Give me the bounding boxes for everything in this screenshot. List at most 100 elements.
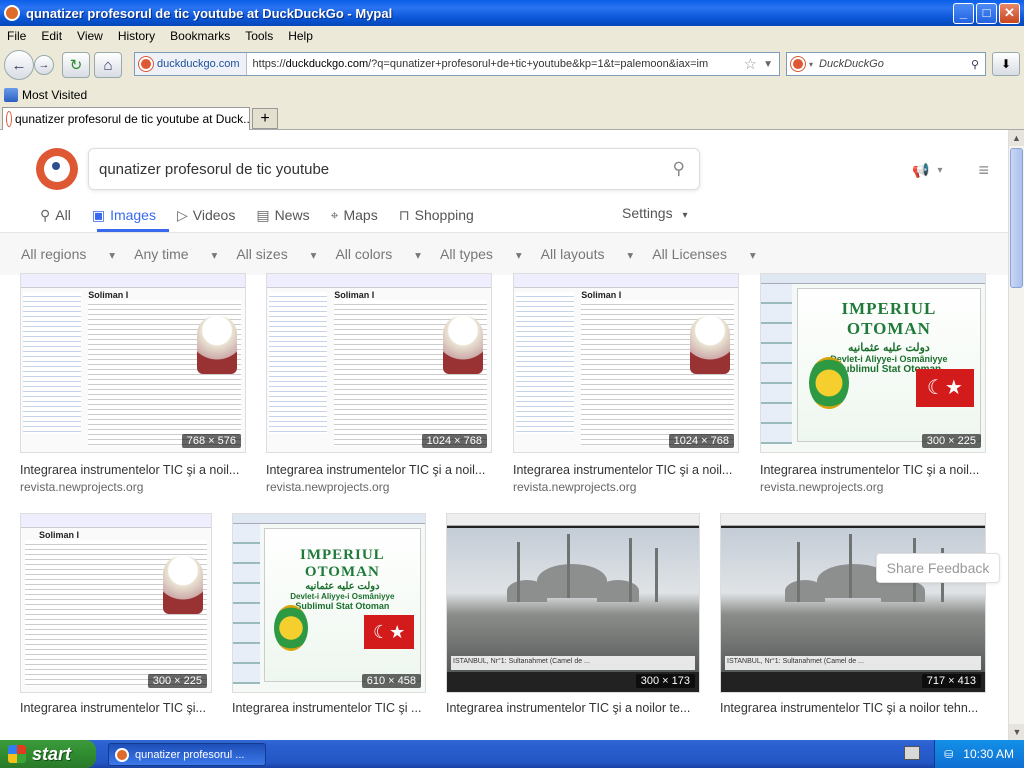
scroll-down-icon[interactable]: ▼: [1009, 724, 1024, 740]
result-title[interactable]: Integrarea instrumentelor TIC şi a noil.…: [760, 463, 988, 477]
tab-news[interactable]: ▤ News: [256, 202, 309, 228]
most-visited-folder[interactable]: Most Visited: [4, 88, 87, 102]
tab-videos-label: Videos: [192, 207, 236, 223]
result-thumbnail[interactable]: ISTANBUL, Nr°1: Sultanahmet (Camel de ..…: [720, 513, 986, 693]
bookmark-star-icon[interactable]: ☆: [744, 55, 757, 73]
result-source[interactable]: revista.newprojects.org: [513, 480, 636, 494]
downloads-button[interactable]: ⬇: [992, 52, 1020, 76]
result-thumbnail[interactable]: IMPERIUL OTOMAN دولت عليه عثمانيه Devlet…: [760, 273, 986, 453]
browser-app-icon: [115, 747, 129, 762]
megaphone-icon[interactable]: 📢: [912, 162, 929, 179]
search-bar[interactable]: ▾ DuckDuckGo ⚲: [786, 52, 986, 76]
hamburger-menu-icon[interactable]: ≡: [978, 160, 989, 181]
reload-button[interactable]: ↻: [62, 52, 90, 78]
menu-edit[interactable]: Edit: [34, 29, 70, 43]
scrollbar-thumb[interactable]: [1010, 148, 1023, 288]
vertical-scrollbar[interactable]: ▲ ▼: [1008, 130, 1024, 740]
back-button[interactable]: ←: [4, 50, 34, 80]
result-thumbnail[interactable]: Soliman I 1024 × 768: [266, 273, 492, 453]
tab-all[interactable]: ⚲ All: [40, 202, 71, 228]
image-dimensions: 1024 × 768: [668, 434, 734, 448]
search-engine-icon[interactable]: [791, 57, 805, 71]
tab-shopping[interactable]: ⊓ Shopping: [399, 202, 474, 228]
page-content: qunatizer profesorul de tic youtube ⚲ 📢 …: [0, 130, 1008, 740]
magnifier-icon[interactable]: ⚲: [971, 58, 979, 71]
search-submit-icon[interactable]: ⚲: [673, 159, 685, 179]
filter-color[interactable]: All colors ▾: [335, 246, 421, 262]
result-title[interactable]: Integrarea instrumentelor TIC şi ...: [232, 701, 428, 715]
url-dropdown-icon[interactable]: ▼: [763, 59, 773, 70]
thumb-heading: Soliman I: [88, 290, 129, 300]
search-query-box[interactable]: qunatizer profesorul de tic youtube ⚲: [88, 148, 700, 190]
keyboard-icon[interactable]: [904, 746, 920, 760]
chevron-down-icon: ▾: [415, 249, 421, 262]
result-source[interactable]: revista.newprojects.org: [20, 480, 143, 494]
filter-size[interactable]: All sizes ▾: [236, 246, 316, 262]
menu-bookmarks[interactable]: Bookmarks: [163, 29, 238, 43]
filter-bar: All regions ▾ Any time ▾ All sizes ▾ All…: [0, 233, 1008, 275]
window-titlebar[interactable]: qunatizer profesorul de tic youtube at D…: [0, 0, 1024, 26]
search-engine-placeholder: DuckDuckGo: [819, 58, 884, 70]
taskbar-app-label: qunatizer profesorul ...: [135, 748, 245, 761]
settings-dropdown[interactable]: Settings ▾: [622, 205, 688, 221]
chevron-down-icon: ▾: [211, 249, 218, 262]
url-text[interactable]: https://duckduckgo.com/?q=qunatizer+prof…: [247, 58, 744, 70]
scroll-up-icon[interactable]: ▲: [1009, 130, 1024, 146]
filter-layout[interactable]: All layouts ▾: [541, 246, 634, 262]
filter-license[interactable]: All Licenses ▾: [652, 246, 755, 262]
result-title[interactable]: Integrarea instrumentelor TIC şi a noil.…: [20, 463, 248, 477]
result-thumbnail[interactable]: Soliman I 768 × 576: [20, 273, 246, 453]
result-thumbnail[interactable]: Soliman I 1024 × 768: [513, 273, 739, 453]
home-button[interactable]: ⌂: [94, 52, 122, 78]
thumb-slide-title: IMPERIUL OTOMAN: [300, 547, 385, 580]
maximize-button[interactable]: □: [976, 2, 997, 24]
menu-tools[interactable]: Tools: [238, 29, 281, 43]
thumb-arabic-text: دولت عليه عثمانيه: [848, 342, 930, 354]
result-title[interactable]: Integrarea instrumentelor TIC şi a noilo…: [446, 701, 702, 715]
minimize-button[interactable]: _: [953, 2, 974, 24]
result-thumbnail[interactable]: Soliman I 300 × 225: [20, 513, 212, 693]
menu-file[interactable]: File: [0, 29, 34, 43]
start-button[interactable]: start: [0, 740, 96, 768]
tab-images[interactable]: ▣ Images: [92, 202, 156, 228]
result-title[interactable]: Integrarea instrumentelor TIC şi a noil.…: [513, 463, 741, 477]
duckduckgo-logo[interactable]: [36, 148, 78, 190]
result-source[interactable]: revista.newprojects.org: [266, 480, 389, 494]
result-thumbnail[interactable]: ISTANBUL, Nr°1: Sultanahmet (Camel de ..…: [446, 513, 700, 693]
clock[interactable]: 10:30 AM: [963, 747, 1014, 761]
engine-dropdown-icon[interactable]: ▾: [809, 60, 813, 69]
result-thumbnail[interactable]: IMPERIUL OTOMAN دولت عليه عثمانيه Devlet…: [232, 513, 426, 693]
chevron-down-icon[interactable]: ▾: [937, 165, 942, 176]
result-title[interactable]: Integrarea instrumentelor TIC şi...: [20, 701, 214, 715]
forward-button[interactable]: →: [34, 55, 54, 75]
filter-license-label: All Licenses: [652, 246, 727, 262]
result-title[interactable]: Integrarea instrumentelor TIC şi a noilo…: [720, 701, 988, 715]
address-bar[interactable]: duckduckgo.com https://duckduckgo.com/?q…: [134, 52, 780, 76]
menu-view[interactable]: View: [70, 29, 111, 43]
shopping-bag-icon: ⊓: [398, 206, 410, 223]
url-domain: duckduckgo.com: [285, 58, 369, 70]
tab-images-label: Images: [110, 207, 156, 223]
start-label: start: [32, 743, 72, 764]
tab-active[interactable]: qunatizer profesorul de tic youtube at D…: [2, 107, 250, 130]
filter-type[interactable]: All types ▾: [440, 246, 522, 262]
result-title[interactable]: Integrarea instrumentelor TIC şi a noil.…: [266, 463, 494, 477]
result-source[interactable]: revista.newprojects.org: [760, 480, 883, 494]
site-identity[interactable]: duckduckgo.com: [135, 53, 247, 75]
duckduckgo-favicon-icon: [139, 57, 153, 71]
taskbar-app-button[interactable]: qunatizer profesorul ...: [108, 743, 266, 766]
portrait-image: [197, 316, 237, 374]
menu-history[interactable]: History: [111, 29, 163, 43]
tab-strip: qunatizer profesorul de tic youtube at D…: [0, 106, 1024, 130]
site-identity-label: duckduckgo.com: [157, 58, 240, 70]
menu-bar: File Edit View History Bookmarks Tools H…: [0, 26, 1024, 46]
tab-videos[interactable]: ▷ Videos: [177, 202, 235, 228]
new-tab-button[interactable]: +: [252, 108, 278, 129]
network-icon[interactable]: ⛁: [944, 748, 953, 761]
share-feedback-button[interactable]: Share Feedback: [876, 553, 1000, 583]
menu-help[interactable]: Help: [281, 29, 321, 43]
filter-region[interactable]: All regions ▾: [21, 246, 115, 262]
tab-maps[interactable]: ⌖ Maps: [331, 202, 378, 228]
filter-time[interactable]: Any time ▾: [134, 246, 217, 262]
close-button[interactable]: ✕: [999, 2, 1020, 24]
